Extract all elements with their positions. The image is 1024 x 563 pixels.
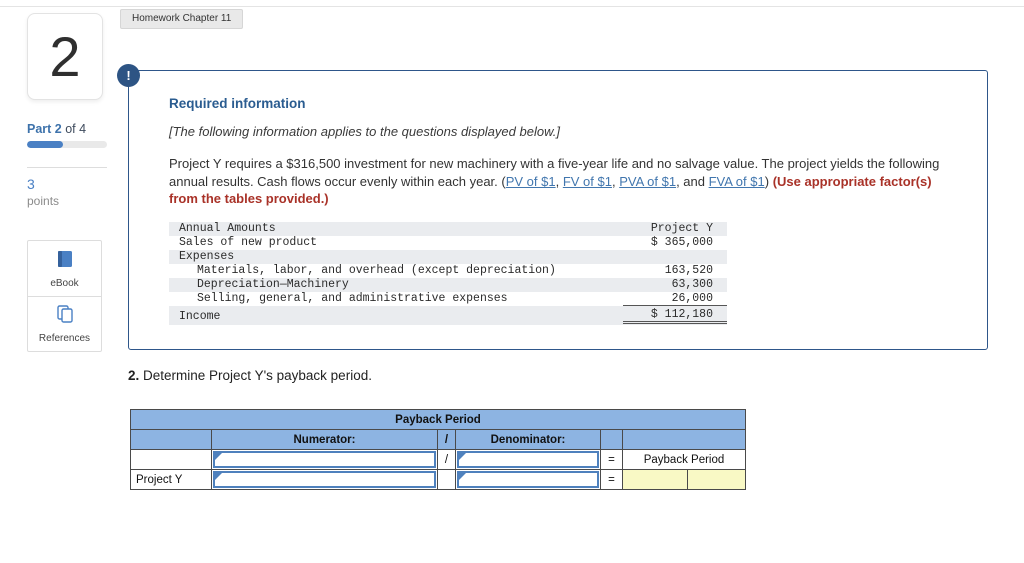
row-label: Depreciation—Machinery [197,278,349,291]
header-blank-cell [130,429,212,450]
sidebar-divider [27,167,107,168]
row-label: Selling, general, and administrative exp… [197,292,508,305]
result-value-cell [622,469,688,490]
references-button[interactable]: References [28,296,101,351]
dropdown-marker-icon [215,473,222,480]
references-label: References [38,333,91,344]
part-progress-fill [27,141,63,148]
question-number-card: 2 [27,13,103,100]
ebook-icon [55,249,75,274]
pva-of-1-link[interactable]: PVA of $1 [619,174,676,189]
blank-cell [130,449,212,470]
annual-amounts-table: Annual Amounts Project Y Sales of new pr… [169,221,727,325]
question-text: Determine Project Y's payback period. [139,368,372,383]
payback-table-title: Payback Period [130,409,746,430]
numerator-value-input[interactable] [213,471,436,488]
denominator-value-cell [455,469,601,490]
result-unit-cell [687,469,746,490]
denominator-input[interactable] [457,451,599,468]
assignment-tab[interactable]: Homework Chapter 11 [120,9,244,29]
problem-statement: Project Y requires a $316,500 investment… [169,155,947,208]
dropdown-marker-icon [459,473,466,480]
numerator-value-cell [211,469,438,490]
equals-sign-cell: = [600,469,623,490]
table-row: Depreciation—Machinery 63,300 [169,277,727,292]
denominator-header: Denominator: [455,429,601,450]
separator: , [555,173,563,189]
top-bar [0,0,1024,7]
separator: , and [676,173,709,189]
header-value: Project Y [650,222,713,235]
row-value: 63,300 [671,278,713,291]
points-label: points [27,194,60,208]
points-value: 3 [27,176,35,192]
denominator-input-cell [455,449,601,470]
applies-note: [The following information applies to th… [169,124,560,139]
payback-formula-row: / = Payback Period [130,449,746,470]
resource-panel: eBook References [27,240,102,352]
income-row: Income $ 112,180 [169,305,727,325]
table-header-row: Annual Amounts Project Y [169,221,727,236]
row-label: Materials, labor, and overhead (except d… [197,264,556,277]
payback-answer-row: Project Y = [130,469,746,490]
part-total: of 4 [61,122,87,136]
row-value: $ 365,000 [650,236,713,249]
pv-of-1-link[interactable]: PV of $1 [506,174,556,189]
table-row: Sales of new product $ 365,000 [169,236,727,250]
table-row: Materials, labor, and overhead (except d… [169,264,727,278]
question-number: 2. [128,368,140,383]
dropdown-marker-icon [459,453,466,460]
project-row-label: Project Y [130,469,212,490]
numerator-input[interactable] [213,451,436,468]
row-value: $ 112,180 [623,308,727,324]
header-blank-cell [600,429,623,450]
row-label: Sales of new product [179,236,318,249]
payback-header-row: Numerator: / Denominator: [130,429,746,450]
separator: ) [764,173,773,189]
ebook-button[interactable]: eBook [28,241,101,296]
part-progress-bar [27,141,107,148]
numerator-input-cell [211,449,438,470]
result-label-cell: Payback Period [622,449,746,470]
equals-sign-cell: = [600,449,623,470]
payback-period-table: Payback Period Numerator: / Denominator:… [130,409,746,490]
table-row: Selling, general, and administrative exp… [169,292,727,306]
row-label: Expenses [179,250,235,263]
fv-of-1-link[interactable]: FV of $1 [563,174,612,189]
references-icon [55,304,75,329]
row-value: 163,520 [664,264,713,277]
question-prompt: 2. Determine Project Y's payback period. [128,368,372,383]
alert-icon: ! [117,64,140,87]
numerator-header: Numerator: [211,429,438,450]
row-value: 26,000 [623,292,727,306]
table-row: Expenses [169,249,727,264]
blank-cell [437,469,456,490]
ebook-label: eBook [50,277,79,289]
required-information-heading: Required information [169,96,306,111]
divide-sign-header: / [437,429,456,450]
denominator-value-input[interactable] [457,471,599,488]
header-label: Annual Amounts [179,222,276,235]
payback-title-row: Payback Period [130,409,746,430]
required-information-box: ! Required information [The following in… [117,64,988,350]
part-progress-label: Part 2 of 4 [27,122,86,136]
row-label: Income [179,309,221,323]
divide-sign-cell: / [437,449,456,470]
part-current: Part 2 [27,122,62,136]
header-blank-cell [622,429,746,450]
fva-of-1-link[interactable]: FVA of $1 [709,174,765,189]
dropdown-marker-icon [215,453,222,460]
